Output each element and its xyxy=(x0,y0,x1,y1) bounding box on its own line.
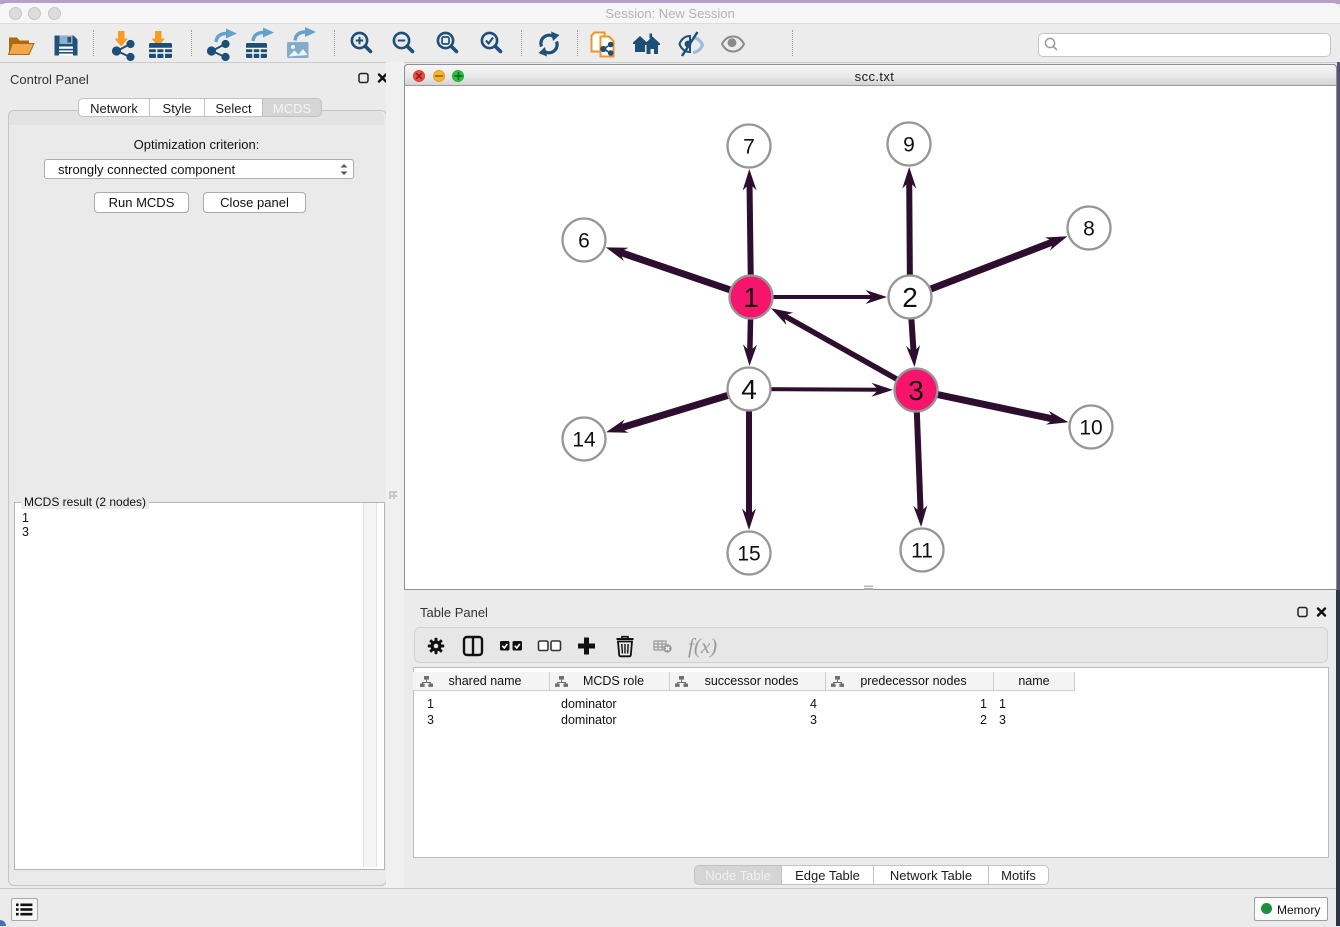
svg-text:9: 9 xyxy=(903,134,915,157)
svg-text:11: 11 xyxy=(911,540,933,563)
svg-text:7: 7 xyxy=(743,136,755,159)
svg-text:f(x): f(x) xyxy=(688,634,717,658)
svg-text:15: 15 xyxy=(737,543,760,566)
svg-text:2: 2 xyxy=(902,282,918,313)
svg-text:4: 4 xyxy=(741,374,757,405)
svg-text:3: 3 xyxy=(908,375,924,406)
svg-text:6: 6 xyxy=(578,230,590,253)
svg-text:10: 10 xyxy=(1079,417,1102,440)
svg-text:14: 14 xyxy=(572,429,596,452)
svg-text:8: 8 xyxy=(1083,218,1095,241)
svg-text:1: 1 xyxy=(743,282,759,313)
